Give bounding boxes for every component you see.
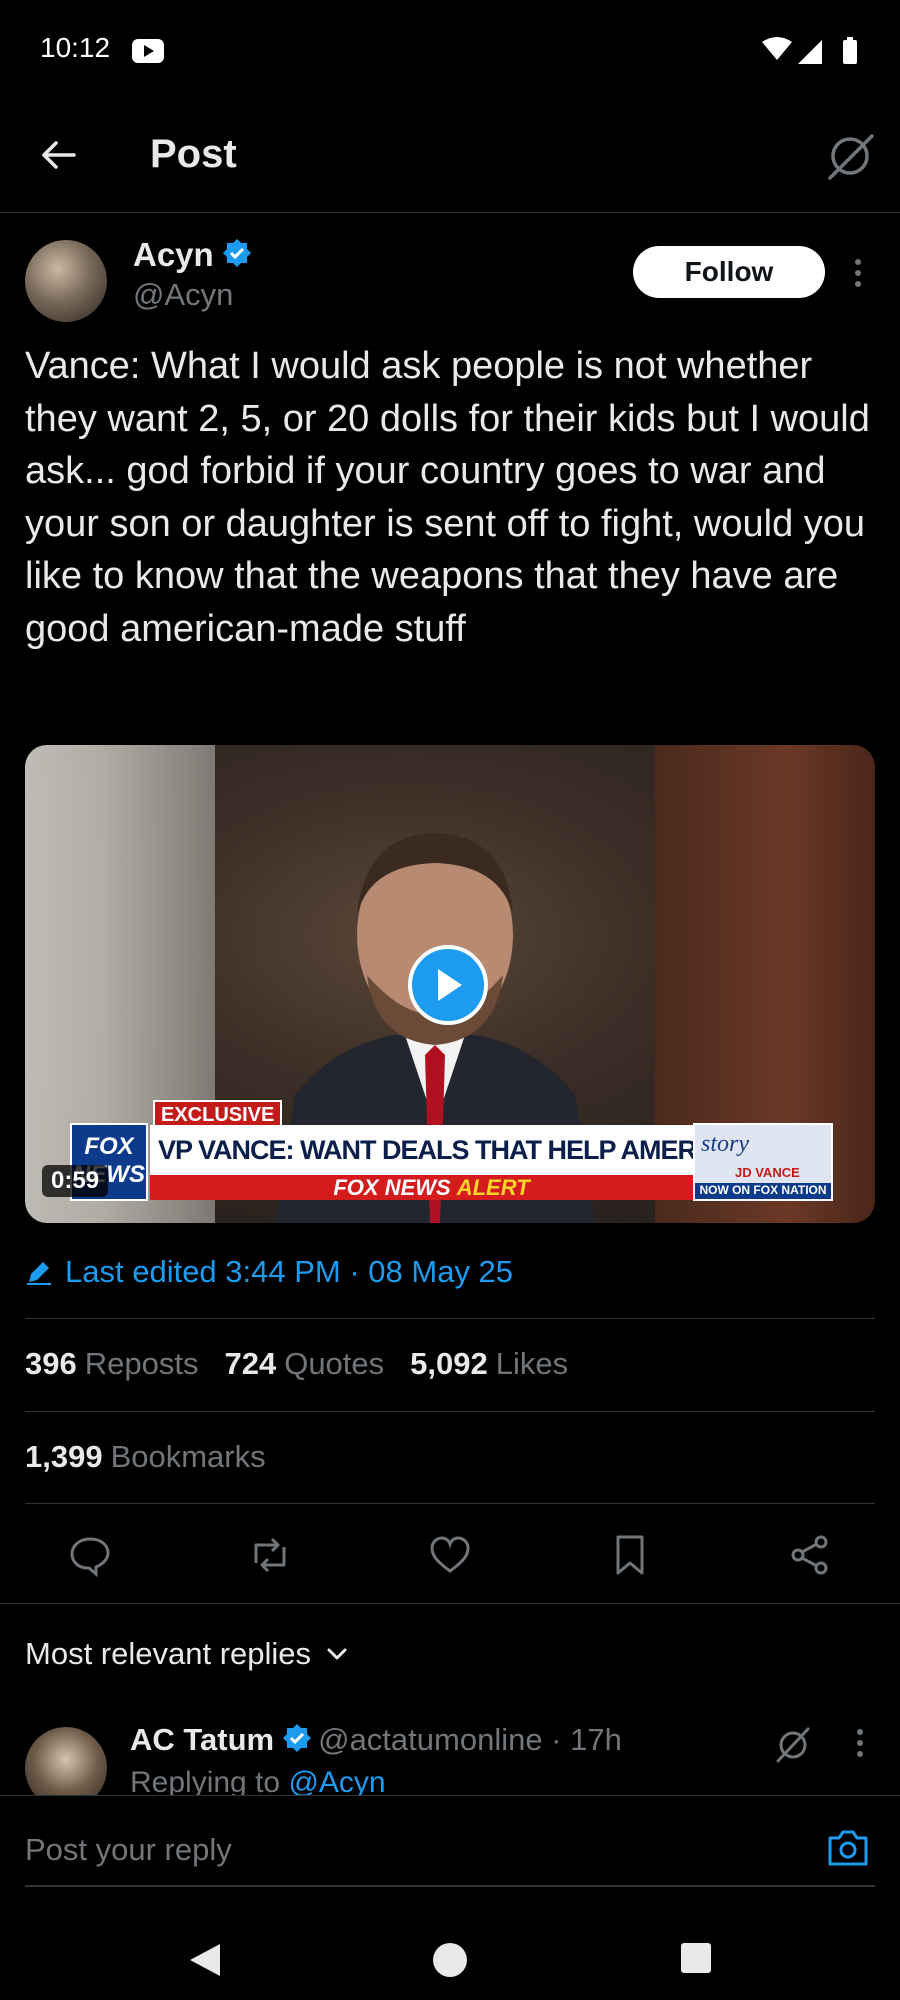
- reply-author-name[interactable]: AC Tatum: [130, 1722, 274, 1757]
- reply-meta: @actatumonline · 17h: [318, 1722, 622, 1757]
- last-edited-link[interactable]: Last edited 3:44 PM · 08 May 25: [25, 1254, 513, 1290]
- battery-icon: [843, 40, 857, 64]
- engagement-stats: 396 Reposts 724 Quotes 5,092 Likes: [25, 1346, 568, 1382]
- reposts-stat[interactable]: 396 Reposts: [25, 1346, 198, 1382]
- more-vertical-icon: [855, 259, 861, 287]
- video-chyron-headline: VP VANCE: WANT DEALS THAT HELP AMERICAN …: [150, 1125, 713, 1175]
- bookmark-icon: [616, 1535, 644, 1575]
- video-story-box: story JD VANCE NOW ON FOX NATION: [693, 1123, 833, 1201]
- last-edited-text: Last edited 3:44 PM · 08 May 25: [65, 1254, 514, 1289]
- author-name: Acyn: [133, 236, 214, 273]
- reply-header: AC Tatum @actatumonline · 17h: [130, 1722, 622, 1761]
- camera-icon: [828, 1830, 868, 1866]
- back-arrow-icon: [42, 141, 76, 169]
- repost-button[interactable]: [240, 1530, 300, 1580]
- likes-stat[interactable]: 5,092 Likes: [410, 1346, 568, 1382]
- verified-badge-icon: [222, 238, 252, 276]
- header-divider: [0, 212, 900, 213]
- reply-input[interactable]: Post your reply: [25, 1832, 232, 1868]
- like-button[interactable]: [420, 1530, 480, 1580]
- status-time: 10:12: [40, 32, 111, 63]
- reply-button[interactable]: [60, 1530, 120, 1580]
- share-button[interactable]: [780, 1530, 840, 1580]
- share-icon: [791, 1535, 828, 1575]
- repost-icon: [254, 1537, 286, 1573]
- play-icon: [438, 969, 462, 1001]
- camera-button[interactable]: [826, 1826, 870, 1870]
- author-name-row[interactable]: Acyn: [133, 236, 252, 276]
- nav-home-icon[interactable]: [430, 1940, 470, 1980]
- more-vertical-icon: [857, 1729, 863, 1757]
- quotes-stat[interactable]: 724 Quotes: [224, 1346, 384, 1382]
- replying-to-link[interactable]: @Acyn: [288, 1766, 385, 1795]
- like-icon: [430, 1536, 470, 1573]
- reply-avatar[interactable]: [25, 1727, 107, 1795]
- bookmark-button[interactable]: [600, 1530, 660, 1580]
- reply-more-button[interactable]: [850, 1724, 870, 1764]
- grok-icon: [776, 1727, 810, 1763]
- system-nav-bar: [0, 1900, 900, 2000]
- edit-pencil-icon: [27, 1262, 51, 1285]
- nav-back-icon[interactable]: [186, 1940, 222, 1980]
- actions-divider: [0, 1603, 900, 1604]
- video-chyron-alert: FOX NEWS ALERT: [150, 1175, 713, 1200]
- composer-underline: [25, 1885, 875, 1887]
- youtube-notification-icon: [132, 39, 164, 63]
- post-text: Vance: What I would ask people is not wh…: [25, 345, 870, 650]
- video-duration: 0:59: [42, 1165, 109, 1197]
- play-button[interactable]: [408, 945, 488, 1025]
- grok-button[interactable]: [820, 128, 880, 184]
- page-title: Post: [150, 132, 237, 176]
- reply-item[interactable]: AC Tatum @actatumonline · 17h Replying to…: [0, 1700, 900, 1795]
- action-bar: [0, 1530, 900, 1580]
- cellular-signal-icon: [798, 40, 822, 64]
- chevron-down-icon: [327, 1648, 347, 1660]
- composer-divider: [0, 1795, 900, 1796]
- more-options-button[interactable]: [848, 254, 868, 294]
- reply-icon: [70, 1537, 110, 1577]
- reply-context: Replying to @Acyn: [130, 1766, 386, 1795]
- reply-grok-button[interactable]: [770, 1724, 816, 1766]
- replies-sort-label: Most relevant replies: [25, 1636, 312, 1671]
- stats-divider-bottom: [25, 1503, 875, 1504]
- video-player[interactable]: EXCLUSIVE FOX NEWS VP VANCE: WANT DEALS T…: [25, 745, 875, 1223]
- wifi-icon: [762, 37, 792, 60]
- bookmarks-stat[interactable]: 1,399 Bookmarks: [25, 1439, 266, 1475]
- stats-divider-middle: [25, 1411, 875, 1412]
- replies-sort-dropdown[interactable]: Most relevant replies: [25, 1636, 349, 1672]
- nav-recents-icon[interactable]: [678, 1940, 714, 1976]
- back-button[interactable]: [28, 130, 88, 180]
- verified-badge-icon: [282, 1723, 312, 1761]
- stats-divider-top: [25, 1318, 875, 1319]
- author-avatar[interactable]: [25, 240, 107, 322]
- author-handle[interactable]: @Acyn: [133, 277, 233, 313]
- status-icons: [762, 37, 857, 64]
- follow-button[interactable]: Follow: [633, 246, 825, 298]
- grok-icon: [828, 134, 874, 180]
